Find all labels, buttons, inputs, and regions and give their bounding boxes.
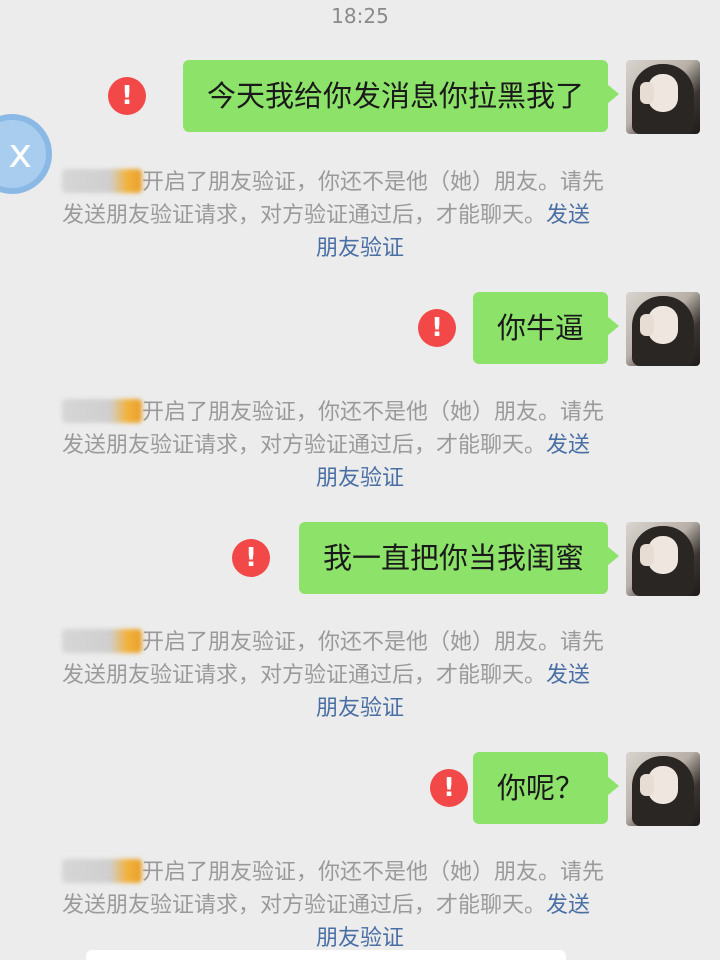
send-verification-link[interactable]: 发送 <box>546 663 590 688</box>
system-notice: 开启了朋友验证，你还不是他（她）朋友。请先 发送朋友验证请求，对方验证通过后，才… <box>62 166 672 265</box>
avatar[interactable] <box>626 522 700 596</box>
message-row: ! 你牛逼 <box>0 292 720 366</box>
send-verification-link[interactable]: 发送 <box>546 893 590 918</box>
blurred-username <box>62 629 142 653</box>
message-row: ! 今天我给你发消息你拉黑我了 <box>0 60 720 134</box>
system-notice: 开启了朋友验证，你还不是他（她）朋友。请先 发送朋友验证请求，对方验证通过后，才… <box>62 396 672 495</box>
status-time: 18:25 <box>331 4 389 28</box>
send-failed-icon[interactable]: ! <box>418 309 456 347</box>
send-failed-icon[interactable]: ! <box>108 77 146 115</box>
message-input[interactable] <box>86 950 566 960</box>
message-bubble[interactable]: 你牛逼 <box>472 292 620 364</box>
message-bubble[interactable]: 今天我给你发消息你拉黑我了 <box>182 60 620 132</box>
avatar[interactable] <box>626 292 700 366</box>
friend-verification-link[interactable]: 朋友验证 <box>62 232 658 265</box>
message-bubble[interactable]: 你呢？ <box>472 752 620 824</box>
send-failed-icon[interactable]: ! <box>430 769 468 807</box>
blurred-username <box>62 399 142 423</box>
friend-verification-link[interactable]: 朋友验证 <box>62 462 658 495</box>
message-bubble[interactable]: 我一直把你当我闺蜜 <box>298 522 620 594</box>
send-verification-link[interactable]: 发送 <box>546 203 590 228</box>
message-row: ! 我一直把你当我闺蜜 <box>0 522 720 596</box>
blurred-username <box>62 169 142 193</box>
avatar[interactable] <box>626 60 700 134</box>
system-notice: 开启了朋友验证，你还不是他（她）朋友。请先 发送朋友验证请求，对方验证通过后，才… <box>62 626 672 725</box>
send-failed-icon[interactable]: ! <box>232 539 270 577</box>
friend-verification-link[interactable]: 朋友验证 <box>62 692 658 725</box>
system-notice: 开启了朋友验证，你还不是他（她）朋友。请先 发送朋友验证请求，对方验证通过后，才… <box>62 856 672 955</box>
fab-glyph: x <box>8 131 32 177</box>
blurred-username <box>62 859 142 883</box>
avatar[interactable] <box>626 752 700 826</box>
message-row: ! 你呢？ <box>0 752 720 826</box>
send-verification-link[interactable]: 发送 <box>546 433 590 458</box>
